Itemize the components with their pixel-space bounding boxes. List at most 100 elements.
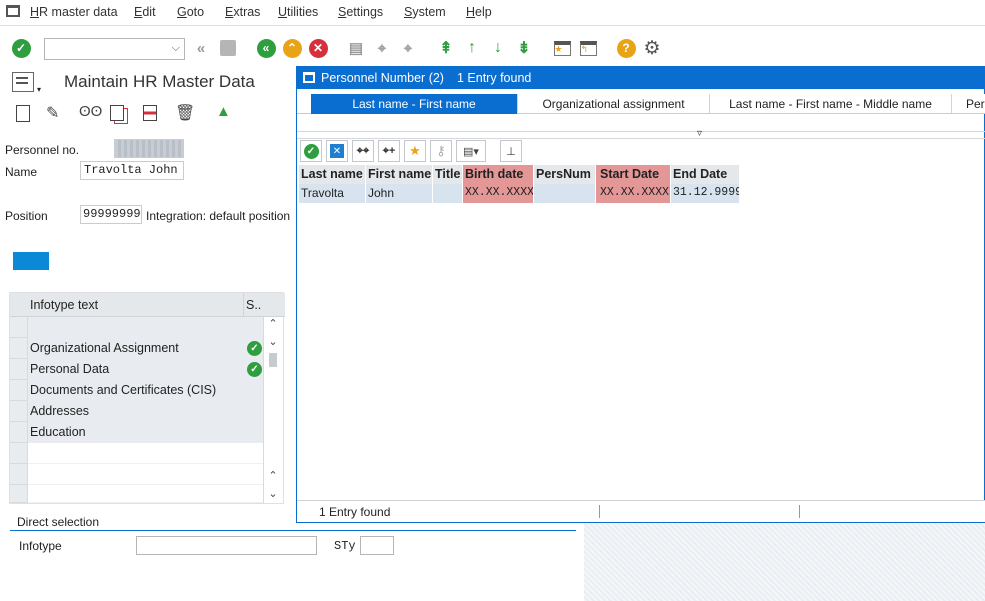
popup-title-bar: Personnel Number (2) 1 Entry found: [297, 67, 985, 89]
infotype-label: Personal Data: [30, 362, 110, 376]
create-session-icon[interactable]: ★: [551, 37, 573, 59]
menu-hr-master-data[interactable]: HR master data: [30, 5, 118, 19]
list-item[interactable]: Organizational Assignment ✓: [28, 338, 263, 359]
list-item[interactable]: Education: [28, 422, 263, 443]
back-icon[interactable]: «: [255, 37, 277, 59]
technical-view-icon[interactable]: ⊥: [500, 140, 522, 162]
list-item[interactable]: [28, 317, 263, 338]
scroll-up-icon[interactable]: ⌃: [266, 469, 280, 482]
change-icon[interactable]: ✎: [46, 103, 59, 123]
scroll-down-icon[interactable]: ⌄: [266, 487, 280, 500]
restrictions-toggle[interactable]: ▿: [297, 128, 985, 139]
key-icon[interactable]: ⚷: [430, 140, 452, 162]
exit-icon[interactable]: ⌃: [281, 37, 303, 59]
table-cell[interactable]: Travolta: [299, 184, 366, 203]
expand-icon[interactable]: ▿: [697, 128, 702, 139]
menu-help[interactable]: Help: [466, 5, 492, 19]
new-search-icon[interactable]: ★: [404, 140, 426, 162]
tab-last-first[interactable]: Last name - First name: [311, 94, 518, 114]
infotype-label: Infotype: [19, 539, 62, 553]
tab-last-first-middle[interactable]: Last name - First name - Middle name: [710, 94, 952, 114]
find-icon[interactable]: ⌖⌖: [352, 140, 374, 162]
last-page-icon[interactable]: ⇟: [513, 37, 535, 59]
cancel-icon[interactable]: ✕: [307, 37, 329, 59]
table-cell[interactable]: XX.XX.XXXX: [596, 184, 671, 203]
find-icon[interactable]: ⌖: [371, 37, 393, 59]
scrollbar-thumb[interactable]: [269, 353, 277, 367]
shortcut-icon[interactable]: ↰: [577, 37, 599, 59]
search-help-tabs: Last name - First name Organizational as…: [297, 94, 985, 114]
personnel-no-field[interactable]: [114, 139, 184, 158]
table-cell[interactable]: [433, 184, 463, 203]
col-start-date[interactable]: Start Date: [596, 165, 671, 184]
tab-indicator[interactable]: [13, 252, 49, 270]
check-icon: ✓: [247, 341, 262, 356]
settings-icon[interactable]: ⚙: [641, 37, 663, 59]
print-icon[interactable]: ▤: [345, 37, 367, 59]
find-next-icon[interactable]: ⌖+: [378, 140, 400, 162]
save-icon[interactable]: [217, 37, 239, 59]
sty-label: STy: [334, 539, 356, 553]
popup-window-icon: [303, 72, 315, 83]
scroll-up-icon[interactable]: ⌃: [266, 317, 280, 330]
chevron-down-icon[interactable]: ⌵: [172, 42, 180, 55]
menu-system[interactable]: System: [404, 5, 446, 19]
command-field[interactable]: ⌵: [44, 38, 185, 60]
sty-input[interactable]: [360, 536, 394, 555]
position-field: 99999999: [80, 205, 142, 224]
first-page-icon[interactable]: ⇞: [435, 37, 457, 59]
help-icon[interactable]: ?: [615, 37, 637, 59]
menu-edit[interactable]: Edit: [134, 5, 156, 19]
status-header: S..: [246, 298, 262, 312]
application-toolbar: ✎ ʘʘ 🗑 ▲: [0, 99, 296, 131]
find-next-icon[interactable]: ⌖: [397, 37, 419, 59]
scroll-down-icon[interactable]: ⌄: [266, 335, 280, 348]
tab-org-assignment[interactable]: Organizational assignment: [518, 94, 710, 114]
tab-pers[interactable]: Pers: [952, 94, 985, 114]
create-icon[interactable]: [16, 105, 30, 122]
table-cell[interactable]: [534, 184, 596, 203]
previous-page-icon[interactable]: ↑: [461, 37, 483, 59]
col-last-name[interactable]: Last name: [299, 165, 366, 184]
col-birth-date[interactable]: Birth date: [463, 165, 534, 184]
copy-icon[interactable]: [110, 105, 124, 121]
delete-icon[interactable]: 🗑: [175, 103, 195, 123]
table-cell[interactable]: 31.12.9999: [671, 184, 740, 203]
table-cell[interactable]: John: [366, 184, 433, 203]
delimit-icon[interactable]: [143, 105, 157, 121]
continue-icon[interactable]: ✓: [300, 140, 322, 162]
next-page-icon[interactable]: ↓: [487, 37, 509, 59]
enter-icon[interactable]: ✓: [10, 37, 32, 59]
display-icon[interactable]: ʘʘ: [79, 103, 102, 120]
menu-extras[interactable]: Extras: [225, 5, 260, 19]
print-menu-icon[interactable]: ▤▾: [456, 140, 486, 162]
menu-utilities[interactable]: Utilities: [278, 5, 318, 19]
list-item[interactable]: [28, 443, 263, 464]
personnel-no-label: Personnel no.: [5, 143, 80, 157]
popup-status-bar: 1 Entry found: [297, 500, 985, 522]
system-menu-icon[interactable]: [6, 5, 20, 17]
table-cell[interactable]: XX.XX.XXXX: [463, 184, 534, 203]
cancel-button-icon[interactable]: ✕: [326, 140, 348, 162]
menu-settings[interactable]: Settings: [338, 5, 383, 19]
overview-icon[interactable]: ▲: [216, 103, 231, 120]
col-end-date[interactable]: End Date: [671, 165, 740, 184]
list-item[interactable]: Personal Data ✓: [28, 359, 263, 380]
list-item[interactable]: [28, 464, 263, 485]
infotype-input[interactable]: [136, 536, 317, 555]
menu-list-icon[interactable]: ▾: [12, 72, 41, 94]
double-left-icon[interactable]: «: [190, 37, 212, 59]
name-label: Name: [5, 165, 38, 179]
list-item[interactable]: Addresses: [28, 401, 263, 422]
infotype-label: Documents and Certificates (CIS): [30, 383, 217, 397]
col-title[interactable]: Title: [433, 165, 463, 184]
infotype-label: Education: [30, 425, 86, 439]
col-persnum[interactable]: PersNum: [534, 165, 596, 184]
popup-title: Personnel Number (2): [321, 71, 444, 85]
menu-goto[interactable]: Goto: [177, 5, 204, 19]
menu-bar: HR master data Edit Goto Extras Utilitie…: [0, 0, 985, 26]
screen-title-bar: ▾ Maintain HR Master Data: [0, 66, 296, 98]
col-first-name[interactable]: First name: [366, 165, 433, 184]
list-item[interactable]: Documents and Certificates (CIS): [28, 380, 263, 401]
list-item[interactable]: [28, 485, 263, 503]
